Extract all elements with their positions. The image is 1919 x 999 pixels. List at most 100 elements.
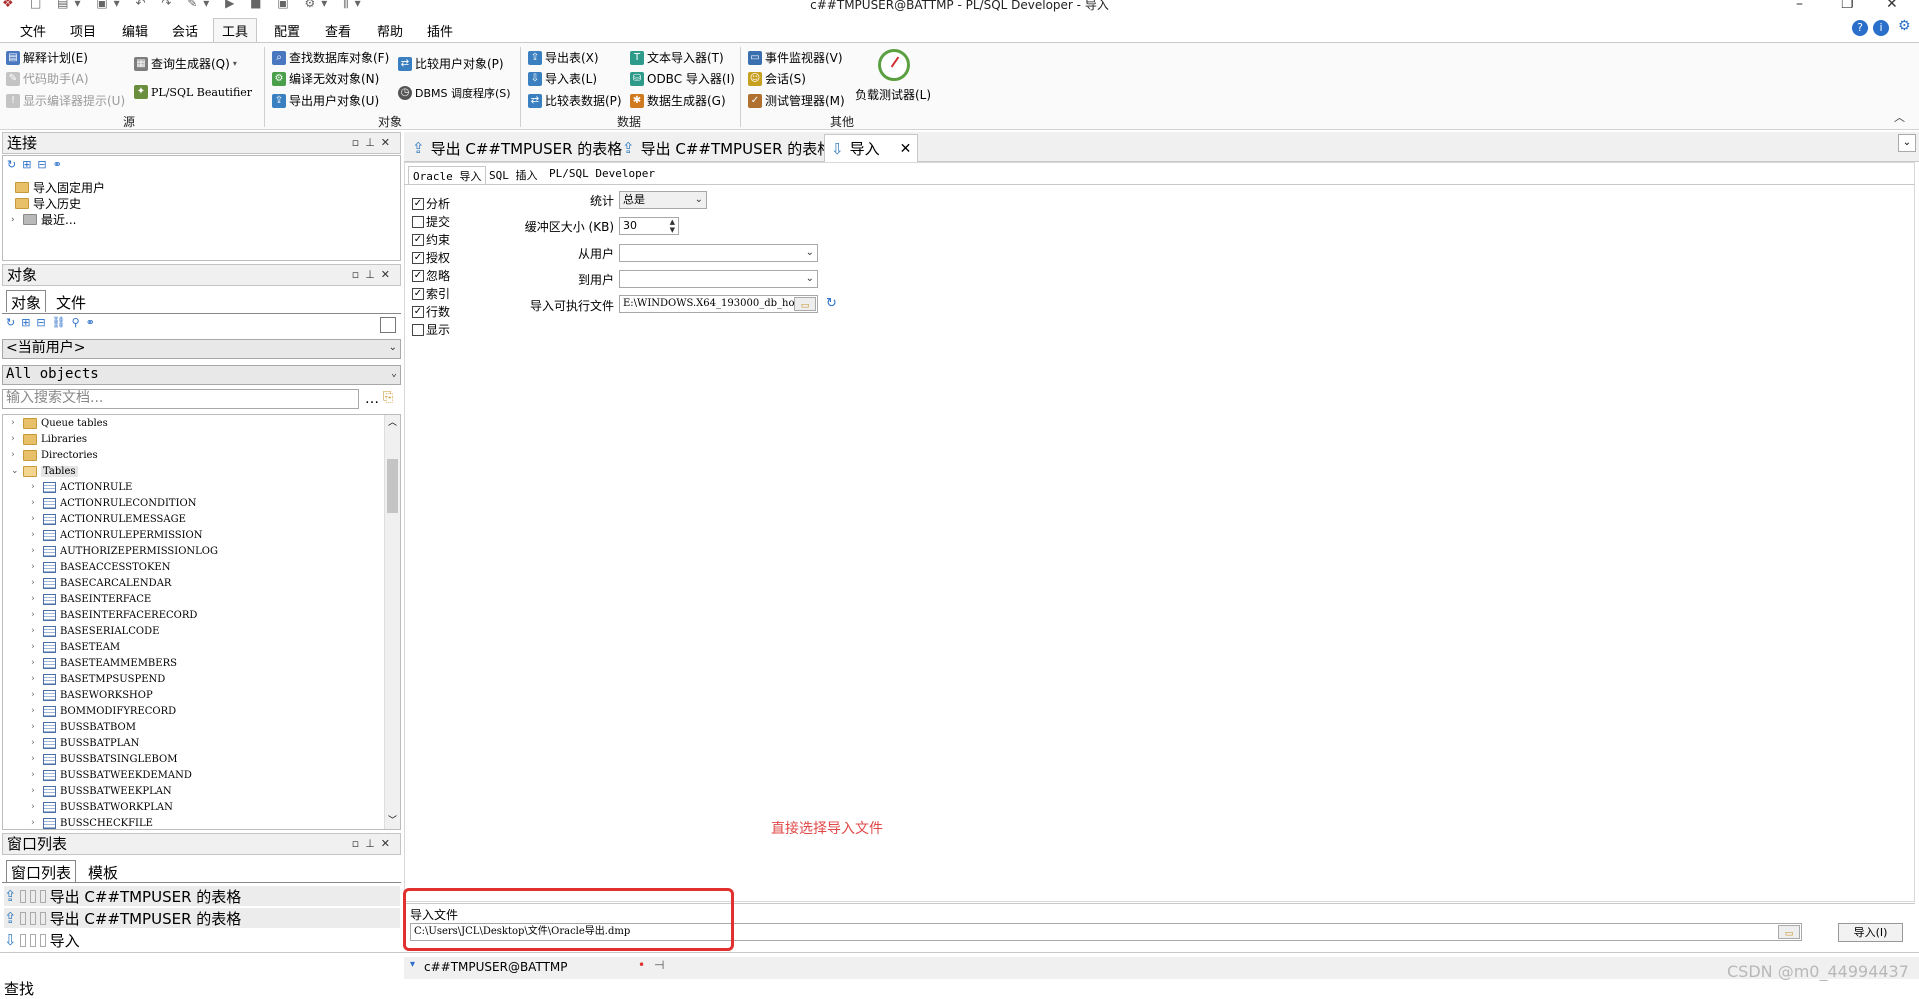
checkbox-unchecked-icon[interactable] (412, 215, 424, 228)
import-exe-input[interactable]: E:\WINDOWS.X64_193000_db_hom ▭ (619, 295, 818, 313)
import-button[interactable]: 导入(I) (1838, 923, 1903, 942)
connection-item-recent[interactable]: › 最近... (11, 211, 76, 228)
option-checkbox[interactable]: 显示 (412, 321, 450, 338)
info-icon[interactable]: i (1873, 20, 1889, 36)
spin-icon[interactable]: ▲ ▼ (670, 218, 675, 234)
table-row[interactable]: › BUSSBATSINGLEBOM (31, 751, 177, 767)
load-tester-icon[interactable] (878, 49, 910, 81)
checkbox-checked-icon[interactable]: ✓ (412, 305, 424, 318)
test-manager-button[interactable]: ✓ 测试管理器(M) (748, 92, 845, 109)
table-row[interactable]: › ACTIONRULECONDITION (31, 495, 196, 511)
tree-folder-queue-tables[interactable]: › Queue tables (11, 415, 108, 431)
tab-list-dropdown[interactable]: ⌄ (1898, 134, 1916, 152)
folder-browse-icon[interactable]: ▭ (794, 297, 816, 311)
panel-controls[interactable]: ▫⊥✕ (352, 133, 396, 153)
load-tester-button[interactable]: 负载测试器(L) (855, 86, 931, 103)
beautifier-button[interactable]: ✦ PL/SQL Beautifier (134, 85, 252, 99)
table-row[interactable]: › BASETEAM (31, 639, 120, 655)
checkbox-checked-icon[interactable]: ✓ (412, 287, 424, 300)
data-generator-button[interactable]: ✱ 数据生成器(G) (630, 92, 726, 109)
menu-project[interactable]: 项目 (70, 21, 96, 40)
sessions-button[interactable]: ☺ 会话(S) (748, 70, 806, 87)
menu-file[interactable]: 文件 (20, 21, 46, 40)
panel-controls[interactable]: ▫⊥✕ (352, 834, 396, 854)
option-checkbox[interactable]: ✓ 约束 (412, 231, 450, 248)
tree-folder-directories[interactable]: › Directories (11, 447, 98, 463)
tab-files[interactable]: 文件 (52, 291, 90, 313)
restore-icon[interactable]: ❐ (1841, 0, 1854, 12)
new-search-icon[interactable]: ⎘ (383, 390, 393, 405)
show-compiler-hints-button[interactable]: ! 显示编译器提示(U) (6, 92, 125, 109)
checkbox-checked-icon[interactable]: ✓ (412, 269, 424, 282)
panel-controls[interactable]: ▫⊥✕ (352, 265, 396, 285)
menu-configure[interactable]: 配置 (274, 21, 300, 40)
minimize-icon[interactable]: – (1796, 0, 1803, 12)
odbc-importer-button[interactable]: ⛁ ODBC 导入器(I) (630, 70, 735, 87)
close-window-icon[interactable]: ✕ (1886, 0, 1898, 12)
table-row[interactable]: › BASEACCESSTOKEN (31, 559, 170, 575)
object-filter-select[interactable]: All objects ⌄ (2, 365, 401, 385)
compare-table-data-button[interactable]: ⇄ 比较表数据(P) (528, 92, 622, 109)
buffer-size-input[interactable]: 30 ▲ ▼ (619, 217, 679, 235)
connection-item-history[interactable]: 导入历史 (15, 195, 81, 212)
objects-toolbar[interactable]: ↻⊞⊟⛓⚲⚭ (6, 316, 101, 329)
tab-objects[interactable]: 对象 (6, 290, 47, 312)
ribbon-settings-icon[interactable]: ⚙ (1898, 18, 1911, 34)
help-icon[interactable]: ? (1852, 20, 1868, 36)
connection-item-fixed-users[interactable]: 导入固定用户 (15, 179, 105, 196)
text-importer-button[interactable]: T 文本导入器(T) (630, 49, 724, 66)
table-row[interactable]: › ACTIONRULEPERMISSION (31, 527, 203, 543)
pin-icon[interactable]: ⊣ (654, 958, 664, 972)
subtab-plsql-developer[interactable]: PL/SQL Developer (545, 166, 659, 184)
filter-checkbox[interactable] (380, 317, 396, 333)
to-user-select[interactable]: ⌄ (619, 270, 818, 288)
doc-tab-import[interactable]: ⇩ 导入 ✕ (824, 134, 919, 162)
folder-browse-icon[interactable]: ▭ (1778, 925, 1800, 939)
tree-scrollbar[interactable]: ︿ ﹀ (384, 415, 400, 829)
import-tables-button[interactable]: ⇩ 导入表(L) (528, 70, 597, 87)
table-row[interactable]: › BOMMODIFYRECORD (31, 703, 176, 719)
window-list-item[interactable]: ⇪ 导出 C##TMPUSER 的表格 (4, 908, 400, 928)
table-row[interactable]: › BUSSBATWEEKDEMAND (31, 767, 192, 783)
menu-edit[interactable]: 编辑 (122, 21, 148, 40)
refresh-icon[interactable]: ↻ (826, 296, 837, 311)
table-row[interactable]: › BASECARCALENDAR (31, 575, 171, 591)
doc-tab-export-2[interactable]: ⇪ 导出 C##TMPUSER 的表格 (616, 134, 838, 162)
query-builder-button[interactable]: ▦ 查询生成器(Q) ▾ (134, 55, 237, 72)
tree-folder-libraries[interactable]: › Libraries (11, 431, 87, 447)
search-input[interactable]: 输入搜索文档... (2, 389, 359, 409)
table-row[interactable]: › BUSSBATWORKPLAN (31, 799, 173, 815)
doc-tab-export-1[interactable]: ⇪ 导出 C##TMPUSER 的表格 (406, 134, 628, 162)
window-list-item[interactable]: ⇪ 导出 C##TMPUSER 的表格 (4, 886, 400, 906)
compare-user-objects-button[interactable]: ⇄ 比较用户对象(P) (398, 55, 504, 72)
scroll-down-icon[interactable]: ﹀ (388, 813, 397, 826)
export-tables-button[interactable]: ⇪ 导出表(X) (528, 49, 599, 66)
table-row[interactable]: › BASESERIALCODE (31, 623, 159, 639)
checkbox-checked-icon[interactable]: ✓ (412, 233, 424, 246)
option-checkbox[interactable]: ✓ 忽略 (412, 267, 450, 284)
user-select[interactable]: <当前用户> ⌄ (2, 339, 401, 359)
table-row[interactable]: › BASETMPSUSPEND (31, 671, 165, 687)
menu-tools[interactable]: 工具 (213, 18, 258, 42)
tree-folder-tables[interactable]: ⌄ Tables (11, 463, 78, 479)
menu-help[interactable]: 帮助 (377, 21, 403, 40)
menu-session[interactable]: 会话 (172, 21, 198, 40)
subtab-oracle-import[interactable]: Oracle 导入 (408, 166, 487, 184)
table-row[interactable]: › ACTIONRULE (31, 479, 132, 495)
search-more-button[interactable]: … (365, 391, 379, 407)
table-row[interactable]: › BUSSBATWEEKPLAN (31, 783, 172, 799)
option-checkbox[interactable]: ✓ 索引 (412, 285, 450, 302)
subtab-sql-insert[interactable]: SQL 插入 (485, 166, 542, 184)
from-user-select[interactable]: ⌄ (619, 244, 818, 262)
close-tab-icon[interactable]: ✕ (900, 141, 912, 157)
find-db-objects-button[interactable]: ⌕ 查找数据库对象(F) (272, 49, 389, 66)
table-row[interactable]: › BASEINTERFACE (31, 591, 151, 607)
collapse-ribbon-icon[interactable]: ︿ (1894, 109, 1905, 125)
connection-label[interactable]: c##TMPUSER@BATTMP (424, 960, 568, 974)
menu-view[interactable]: 查看 (325, 21, 351, 40)
tab-templates[interactable]: 模板 (84, 861, 122, 883)
option-checkbox[interactable]: 提交 (412, 213, 450, 230)
connection-dropdown-icon[interactable]: ▾ (410, 959, 415, 970)
table-row[interactable]: › BUSSBATPLAN (31, 735, 139, 751)
option-checkbox[interactable]: ✓ 分析 (412, 195, 450, 212)
